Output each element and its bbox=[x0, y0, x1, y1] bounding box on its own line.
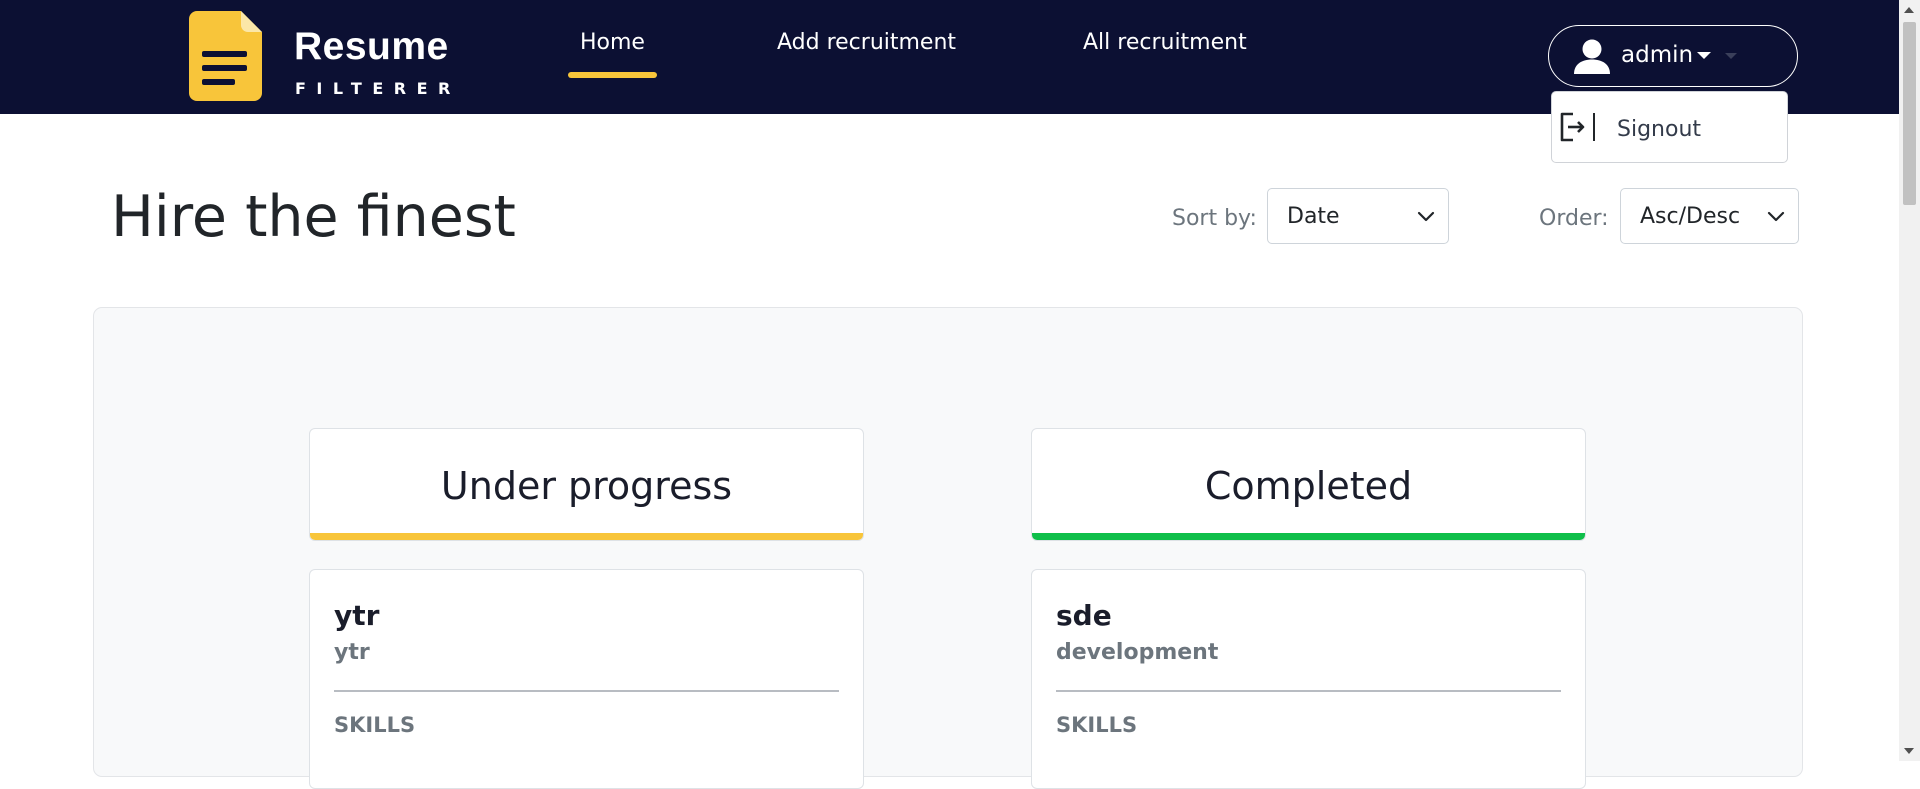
sign-out-icon bbox=[1560, 112, 1595, 142]
order-select[interactable]: Asc/Desc bbox=[1620, 188, 1799, 244]
column-title: Completed bbox=[1204, 464, 1413, 508]
scrollbar-thumb[interactable] bbox=[1903, 22, 1916, 205]
card-title: ytr bbox=[334, 599, 380, 632]
order-label: Order: bbox=[1539, 206, 1609, 231]
chevron-down-icon bbox=[1767, 211, 1785, 222]
signout-menu-item[interactable]: Signout bbox=[1552, 92, 1787, 162]
user-avatar-icon bbox=[1574, 39, 1610, 74]
card-divider bbox=[334, 690, 839, 692]
card-subtitle: ytr bbox=[334, 640, 370, 665]
recruitment-card[interactable]: ytr ytr SKILLS bbox=[309, 569, 864, 789]
scroll-down-arrow-icon[interactable] bbox=[1904, 748, 1914, 754]
document-icon bbox=[189, 11, 262, 101]
user-dropdown-menu: Signout bbox=[1551, 91, 1788, 163]
recruitment-card[interactable]: sde development SKILLS bbox=[1031, 569, 1586, 789]
sort-by-label: Sort by: bbox=[1172, 206, 1257, 231]
chevron-down-icon bbox=[1417, 211, 1435, 222]
user-menu-button[interactable]: admin bbox=[1548, 25, 1798, 87]
page-title: Hire the finest bbox=[111, 184, 516, 250]
card-divider bbox=[1056, 690, 1561, 692]
vertical-scrollbar[interactable] bbox=[1899, 0, 1920, 761]
card-title: sde bbox=[1056, 599, 1112, 632]
scroll-up-arrow-icon[interactable] bbox=[1904, 7, 1914, 13]
column-status-bar bbox=[310, 533, 863, 540]
caret-down-icon bbox=[1697, 52, 1711, 59]
brand-logo[interactable]: Resume FILTERER bbox=[189, 11, 471, 103]
card-skills-heading: SKILLS bbox=[334, 713, 416, 737]
chevron-down-icon bbox=[1725, 53, 1737, 59]
card-subtitle: development bbox=[1056, 640, 1219, 665]
column-header-under-progress: Under progress bbox=[309, 428, 864, 541]
brand-name: Resume bbox=[294, 25, 449, 68]
brand-tagline: FILTERER bbox=[295, 79, 461, 98]
nav-home[interactable]: Home bbox=[568, 30, 657, 78]
column-header-completed: Completed bbox=[1031, 428, 1586, 541]
column-status-bar bbox=[1032, 533, 1585, 540]
nav-add-recruitment[interactable]: Add recruitment bbox=[777, 30, 956, 70]
user-name: admin bbox=[1621, 42, 1694, 68]
nav-all-recruitment[interactable]: All recruitment bbox=[1083, 30, 1247, 70]
sort-by-select[interactable]: Date bbox=[1267, 188, 1449, 244]
order-value: Asc/Desc bbox=[1640, 204, 1741, 229]
column-title: Under progress bbox=[440, 464, 733, 508]
signout-label: Signout bbox=[1617, 117, 1702, 142]
sort-by-value: Date bbox=[1287, 204, 1340, 229]
card-skills-heading: SKILLS bbox=[1056, 713, 1138, 737]
